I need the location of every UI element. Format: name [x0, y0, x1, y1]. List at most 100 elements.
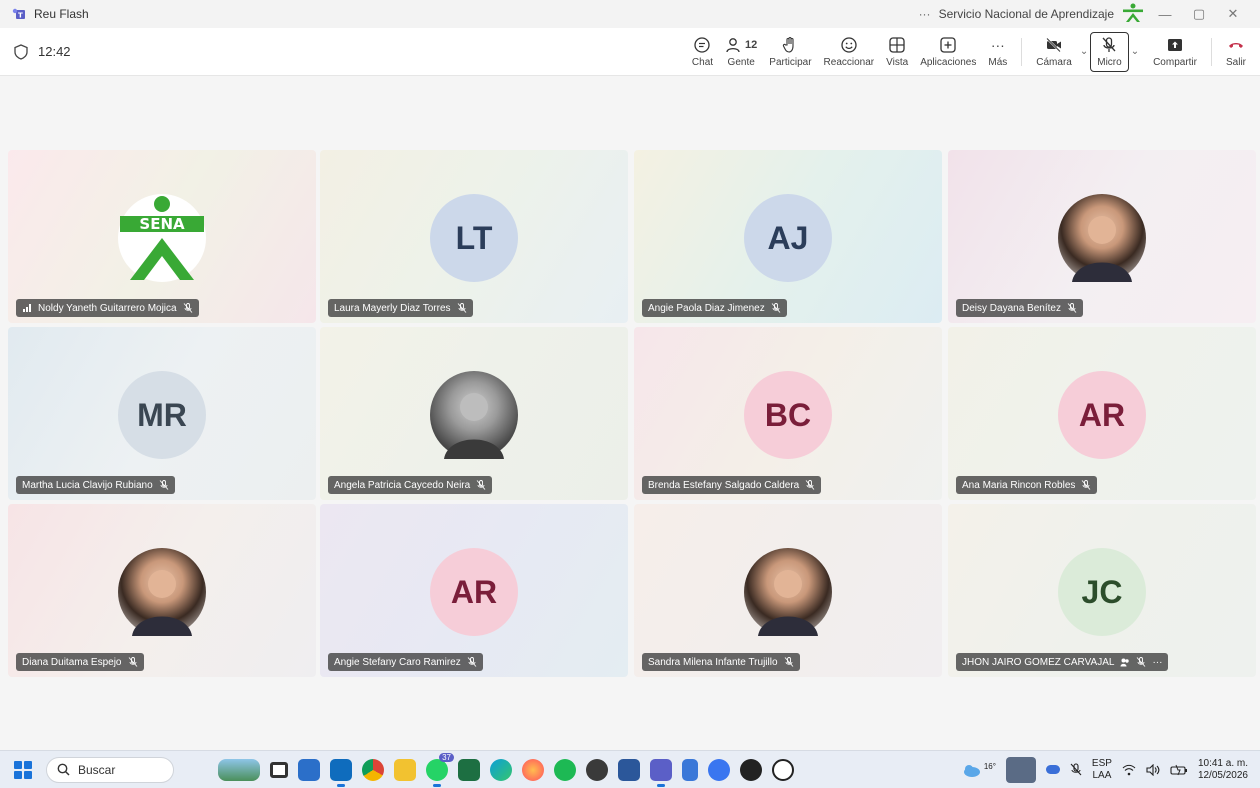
copilot-icon[interactable]	[740, 758, 762, 781]
organization-name[interactable]: Servicio Nacional de Aprendizaje	[939, 7, 1114, 21]
notepad-icon[interactable]	[682, 758, 698, 781]
toolbar-divider	[1021, 37, 1023, 66]
whatsapp-icon[interactable]: 37	[426, 752, 454, 787]
participant-tile[interactable]: SENA Noldy Yaneth Guitarrero Mojica	[8, 150, 316, 323]
more-button[interactable]: ··· Más	[982, 32, 1013, 72]
store-icon[interactable]	[298, 758, 320, 781]
person-silhouette-icon	[132, 570, 192, 636]
participant-tile[interactable]: MR Martha Lucia Clavijo Rubiano	[8, 327, 316, 500]
clock-app-icon[interactable]	[586, 758, 608, 781]
chat-button[interactable]: Chat	[686, 32, 719, 72]
signal-strength-icon	[23, 304, 31, 312]
participant-more-options-icon[interactable]: ···	[1152, 657, 1162, 668]
camera-label: Cámara	[1036, 56, 1072, 68]
participant-name: Sandra Milena Infante Trujillo	[648, 656, 778, 668]
signal-icon[interactable]	[708, 758, 730, 781]
chrome-icon[interactable]	[362, 758, 384, 781]
volume-icon[interactable]	[1146, 763, 1160, 776]
participant-tile[interactable]: AJ Angie Paola Diaz Jimenez	[634, 150, 942, 323]
raise-hand-button[interactable]: Participar	[763, 32, 817, 72]
system-clock[interactable]: 10:41 a. m. 12/05/2026	[1198, 758, 1248, 782]
participant-name-label: Martha Lucia Clavijo Rubiano	[16, 476, 175, 494]
participant-name: Martha Lucia Clavijo Rubiano	[22, 479, 153, 491]
shield-icon	[14, 43, 28, 60]
onedrive-icon[interactable]	[1045, 765, 1060, 774]
spotify-icon[interactable]	[554, 758, 576, 781]
taskbar-search[interactable]: Buscar	[46, 756, 174, 783]
participant-initials-avatar: AR	[1058, 371, 1146, 459]
share-button[interactable]: Compartir	[1147, 32, 1203, 72]
wifi-icon[interactable]	[1122, 764, 1136, 776]
mic-options-chevron-icon[interactable]: ⌄	[1131, 46, 1139, 57]
minimize-button[interactable]: —	[1152, 7, 1178, 22]
raise-hand-label: Participar	[769, 56, 812, 68]
mic-muted-tray-icon[interactable]	[1070, 762, 1082, 777]
participant-name: Angie Paola Diaz Jimenez	[648, 302, 765, 314]
apps-label: Aplicaciones	[920, 56, 977, 68]
share-label: Compartir	[1153, 56, 1197, 68]
more-options-icon[interactable]: ···	[919, 7, 931, 21]
participant-tile[interactable]: AR Ana Maria Rincon Robles	[948, 327, 1256, 500]
task-view-icon[interactable]	[270, 761, 288, 778]
participant-photo-avatar	[744, 548, 832, 636]
leave-label: Salir	[1225, 56, 1246, 68]
clock-time: 10:41 a. m.	[1197, 757, 1248, 769]
participant-initials-avatar: AJ	[744, 194, 832, 282]
participant-name: JHON JAIRO GOMEZ CARVAJAL	[962, 656, 1115, 668]
leave-button[interactable]: Salir	[1220, 32, 1252, 72]
participant-tile[interactable]: AR Angie Stefany Caro Ramirez	[320, 504, 628, 677]
keyboard-layout: LAA	[1092, 769, 1112, 781]
file-explorer-icon[interactable]	[394, 758, 416, 781]
windows-start-icon[interactable]	[14, 760, 32, 779]
add-app-icon	[940, 36, 956, 53]
more-label: Más	[988, 56, 1008, 68]
view-button[interactable]: Vista	[880, 32, 914, 72]
search-icon	[57, 763, 70, 776]
camera-button[interactable]: Cámara	[1030, 32, 1078, 72]
teams-taskbar-icon[interactable]	[650, 758, 672, 787]
keyboard-language[interactable]: ESP LAA	[1092, 758, 1112, 782]
camera-options-chevron-icon[interactable]: ⌄	[1080, 46, 1088, 57]
participant-tile[interactable]: BC Brenda Estefany Salgado Caldera	[634, 327, 942, 500]
participant-tile[interactable]: Deisy Dayana Benítez	[948, 150, 1256, 323]
outlook-icon[interactable]	[330, 758, 352, 787]
participant-name-label: Brenda Estefany Salgado Caldera	[642, 476, 822, 494]
restore-button[interactable]: ▢	[1186, 6, 1212, 22]
mic-button[interactable]: Micro	[1090, 31, 1129, 72]
people-button[interactable]: 12 Gente	[719, 32, 763, 72]
participant-name: Angie Stefany Caro Ramirez	[334, 656, 461, 668]
sena-logo-icon	[1122, 3, 1144, 26]
widgets-icon[interactable]	[218, 758, 260, 781]
participant-tile[interactable]: Diana Duitama Espejo	[8, 504, 316, 677]
participant-tile[interactable]: JC JHON JAIRO GOMEZ CARVAJAL ···	[948, 504, 1256, 677]
mic-muted-icon	[159, 480, 168, 490]
smiley-icon	[841, 36, 857, 53]
weather-temp: 16°	[983, 761, 996, 771]
search-placeholder: Buscar	[78, 762, 116, 777]
window-title: Reu Flash	[34, 7, 89, 21]
edge-icon[interactable]	[490, 758, 512, 781]
participant-tile[interactable]: LT Laura Mayerly Diaz Torres	[320, 150, 628, 323]
participant-tile[interactable]: Angela Patricia Caycedo Neira	[320, 327, 628, 500]
battery-icon[interactable]	[1170, 764, 1188, 776]
pinned-app-icon[interactable]	[1005, 756, 1036, 783]
person-silhouette-icon	[758, 570, 818, 636]
windows-taskbar: Buscar 37 16° ESP LAA 10:41 a. m. 12/05/…	[0, 750, 1260, 788]
close-window-button[interactable]: ✕	[1220, 6, 1246, 22]
chatgpt-icon[interactable]	[772, 758, 794, 781]
people-label: Gente	[727, 56, 755, 68]
mic-muted-icon	[805, 480, 815, 490]
hand-icon	[783, 36, 794, 53]
react-button[interactable]: Reaccionar	[818, 32, 881, 72]
participant-tile[interactable]: Sandra Milena Infante Trujillo	[634, 504, 942, 677]
firefox-icon[interactable]	[522, 758, 544, 781]
excel-icon[interactable]	[458, 758, 480, 781]
word-icon[interactable]	[618, 758, 640, 781]
participant-name: Diana Duitama Espejo	[22, 656, 122, 668]
toolbar-divider-2	[1210, 37, 1212, 66]
mic-muted-icon	[771, 303, 781, 313]
apps-button[interactable]: Aplicaciones	[914, 32, 982, 72]
camera-off-icon	[1046, 37, 1062, 52]
weather-widget[interactable]: 16°	[960, 762, 996, 778]
participant-initials-avatar: AR	[430, 548, 518, 636]
